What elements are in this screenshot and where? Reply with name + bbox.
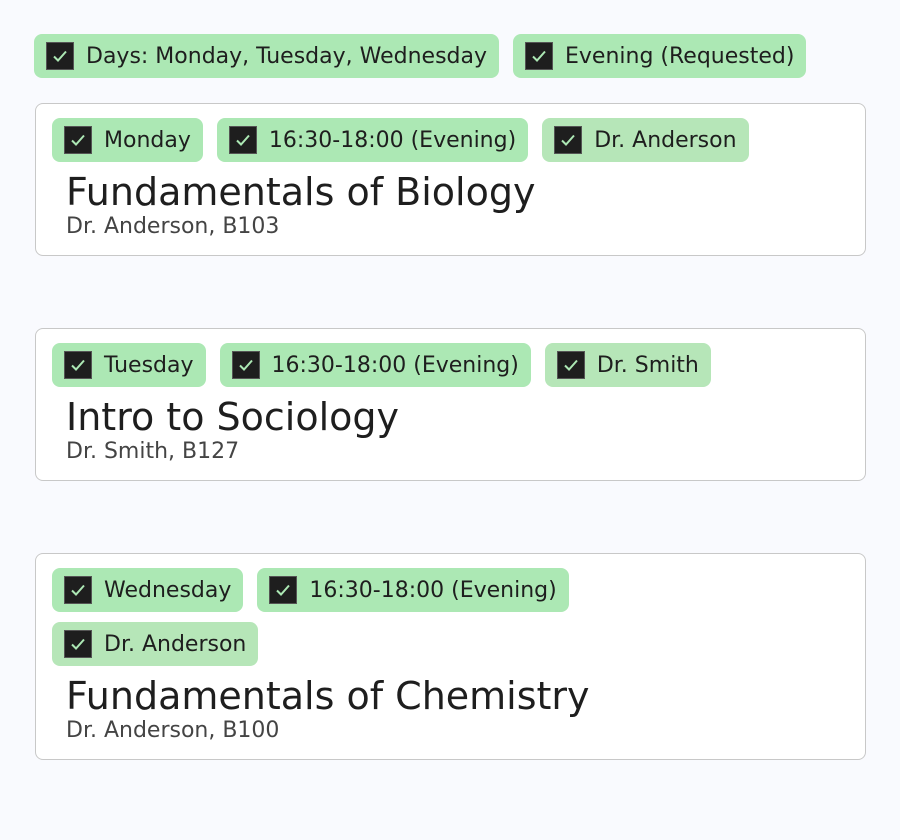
checkbox-checked-icon[interactable] [525, 42, 554, 70]
instructor-chip[interactable]: Dr. Anderson [52, 622, 259, 666]
chip-label: Dr. Smith [596, 352, 699, 378]
checkbox-checked-icon[interactable] [228, 126, 257, 154]
course-card[interactable]: Tuesday 16:30-18:00 (Evening) Dr. Smith In… [35, 328, 866, 481]
checkbox-checked-icon[interactable] [64, 576, 92, 604]
filter-chip[interactable]: Days: Monday, Tuesday, Wednesday [34, 34, 500, 78]
course-subtitle: Dr. Anderson, B100 [66, 718, 280, 743]
checkbox-checked-icon[interactable] [46, 42, 74, 70]
chip-label: 16:30-18:00 (Evening) [268, 127, 517, 153]
course-title: Intro to Sociology [66, 395, 400, 439]
course-title: Fundamentals of Chemistry [66, 674, 590, 718]
course-card[interactable]: Wednesday 16:30-18:00 (Evening) Dr. Anders… [35, 553, 866, 760]
chip-label: Tuesday [104, 352, 194, 378]
checkbox-checked-icon[interactable] [64, 126, 92, 154]
checkbox-checked-icon[interactable] [556, 351, 585, 379]
instructor-chip[interactable]: Dr. Anderson [542, 118, 749, 162]
checkbox-checked-icon[interactable] [64, 351, 92, 379]
course-card[interactable]: Monday 16:30-18:00 (Evening) Dr. Anderson … [35, 103, 866, 256]
checkbox-checked-icon[interactable] [269, 576, 298, 604]
chip-label: Monday [104, 127, 191, 153]
checkbox-checked-icon[interactable] [64, 630, 92, 658]
time-chip[interactable]: 16:30-18:00 (Evening) [216, 118, 529, 162]
filter-chip[interactable]: Evening (Requested) [513, 34, 807, 78]
chip-label: 16:30-18:00 (Evening) [309, 577, 557, 603]
chip-label: Wednesday [104, 577, 232, 603]
filter-chips: Days: Monday, Tuesday, Wednesday Evening … [34, 34, 820, 78]
chip-label: Days: Monday, Tuesday, Wednesday [86, 43, 488, 69]
instructor-chip[interactable]: Dr. Smith [544, 343, 711, 387]
time-chip[interactable]: 16:30-18:00 (Evening) [219, 343, 531, 387]
time-chip[interactable]: 16:30-18:00 (Evening) [257, 568, 569, 612]
chip-label: Evening (Requested) [565, 43, 795, 69]
course-title: Fundamentals of Biology [66, 170, 536, 214]
chip-label: Dr. Anderson [594, 127, 737, 153]
day-chip[interactable]: Wednesday [52, 568, 244, 612]
checkbox-checked-icon[interactable] [231, 351, 260, 379]
course-subtitle: Dr. Anderson, B103 [66, 214, 280, 239]
chip-label: 16:30-18:00 (Evening) [271, 352, 519, 378]
day-chip[interactable]: Tuesday [52, 343, 206, 387]
checkbox-checked-icon[interactable] [554, 126, 583, 154]
course-subtitle: Dr. Smith, B127 [66, 439, 240, 464]
chip-label: Dr. Anderson [104, 631, 247, 657]
day-chip[interactable]: Monday [52, 118, 203, 162]
